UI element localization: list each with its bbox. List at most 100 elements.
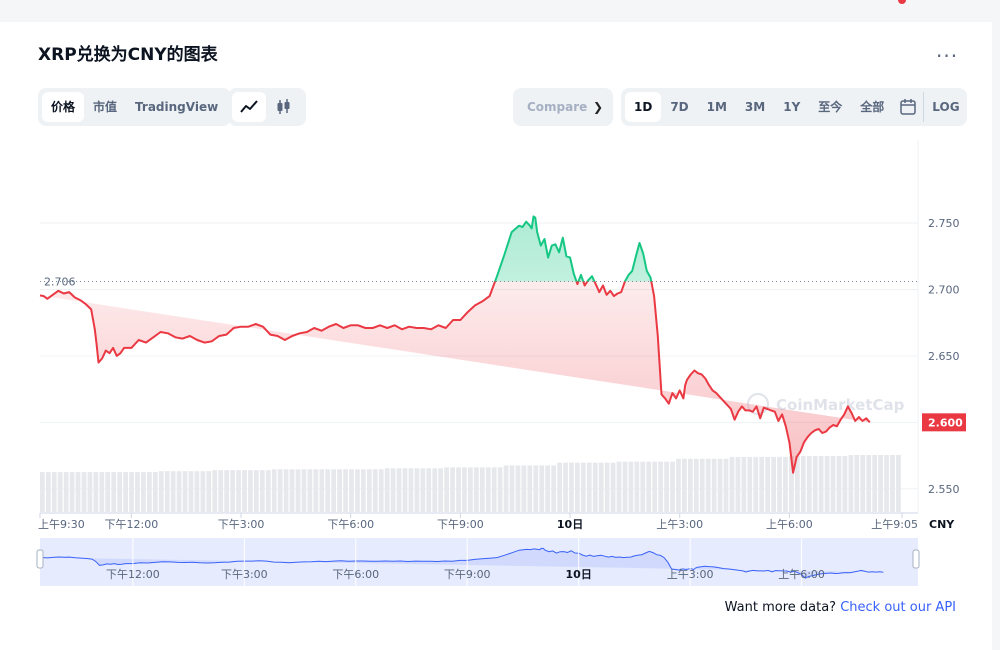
volume-bar	[860, 455, 866, 512]
volume-bar	[717, 458, 723, 512]
volume-bar	[259, 470, 265, 512]
volume-bar	[539, 465, 545, 512]
volume-bar	[771, 456, 776, 512]
volume-bar	[69, 472, 75, 512]
navigator-tick-label: 上午6:00	[778, 568, 825, 581]
volume-bar	[515, 465, 521, 512]
volume-bar	[164, 471, 170, 512]
volume-bar	[331, 469, 337, 512]
volume-bar	[206, 471, 212, 512]
volume-bar	[682, 458, 687, 512]
volume-bar	[598, 462, 604, 512]
navigator-tick-label: 下午6:00	[332, 568, 379, 581]
volume-bar	[491, 467, 497, 512]
volume-bar	[355, 469, 360, 512]
y-tick-label: 2.700	[928, 283, 960, 296]
volume-bar	[414, 468, 420, 512]
volume-bar	[551, 465, 556, 512]
volume-bar	[301, 469, 307, 512]
volume-bar	[283, 469, 289, 512]
volume-bar	[705, 458, 711, 512]
volume-bar	[432, 468, 438, 512]
volume-bar	[622, 461, 628, 512]
navigator-handle-left[interactable]	[36, 549, 44, 569]
volume-bar	[521, 465, 527, 512]
volume-bar	[366, 469, 372, 512]
x-tick-label: 上午3:00	[656, 518, 703, 531]
volume-bar	[687, 458, 693, 512]
volume-bar	[236, 470, 241, 512]
volume-bar	[456, 467, 461, 512]
volume-bar	[265, 470, 271, 512]
x-tick-label: 下午6:00	[327, 518, 374, 531]
x-tick-label: 上午9:30	[38, 518, 85, 531]
volume-bar	[468, 467, 473, 512]
current-price-label: 2.600	[928, 416, 963, 429]
volume-bar	[75, 472, 81, 512]
volume-bar	[444, 467, 449, 512]
volume-bar	[194, 471, 200, 512]
navigator-handle-right[interactable]	[912, 549, 920, 569]
volume-bar	[676, 458, 681, 512]
volume-bar	[438, 468, 444, 512]
volume-bar	[170, 471, 176, 512]
volume-bar	[557, 462, 562, 512]
volume-bar	[777, 456, 782, 512]
volume-bar	[230, 470, 235, 512]
volume-bar	[610, 462, 616, 512]
volume-bar	[271, 469, 277, 512]
volume-bar	[45, 472, 51, 512]
volume-bar	[818, 455, 824, 512]
volume-bar	[450, 467, 455, 512]
volume-bar	[135, 472, 140, 512]
volume-bar	[117, 472, 123, 512]
volume-bar	[473, 467, 479, 512]
volume-bar	[372, 469, 378, 512]
volume-bar	[224, 470, 230, 512]
volume-bar	[378, 469, 384, 512]
volume-bar	[592, 462, 598, 512]
volume-bar	[242, 470, 247, 512]
volume-bar	[81, 472, 87, 512]
volume-bar	[176, 471, 182, 512]
volume-bar	[640, 461, 646, 512]
volume-bar	[664, 461, 669, 512]
volume-bar	[842, 455, 848, 512]
volume-bar	[580, 462, 586, 512]
watermark-text: CoinMarketCap	[776, 396, 905, 414]
price-chart[interactable]: 2.750 2.700 2.650 2.600 2.550 CoinMarketCap 2.…	[0, 0, 1000, 650]
volume-bar	[307, 469, 313, 512]
volume-bar	[99, 472, 105, 512]
volume-bar	[188, 471, 194, 512]
volume-bar	[575, 462, 580, 512]
volume-bar	[503, 465, 509, 512]
volume-bar	[569, 462, 574, 512]
volume-bar	[254, 470, 259, 512]
volume-bar	[384, 468, 390, 512]
navigator-tick-label: 下午9:00	[444, 568, 491, 581]
volume-bar	[824, 455, 830, 512]
volume-bar	[848, 455, 854, 512]
volume-bar	[295, 469, 301, 512]
volume-bar	[289, 469, 295, 512]
currency-label: CNY	[929, 518, 955, 531]
volume-bar	[658, 461, 664, 512]
volume-bar	[141, 472, 146, 512]
x-tick-label: 下午9:00	[437, 518, 484, 531]
volume-bar	[563, 462, 568, 512]
volume-bar	[527, 465, 533, 512]
volume-bar	[63, 472, 69, 512]
volume-bar	[111, 472, 117, 512]
volume-bar	[479, 467, 485, 512]
volume-bar	[313, 469, 319, 512]
volume-bar	[319, 469, 325, 512]
navigator-tick-label: 上午3:00	[667, 568, 714, 581]
x-tick-label: 10日	[557, 518, 583, 531]
volume-bar	[586, 462, 592, 512]
volume-bar	[723, 458, 729, 512]
volume-bar	[57, 472, 63, 512]
volume-bar	[866, 455, 872, 512]
navigator-tick-label: 10日	[566, 568, 592, 581]
volume-bar	[646, 461, 652, 512]
volume-bar	[51, 472, 57, 512]
